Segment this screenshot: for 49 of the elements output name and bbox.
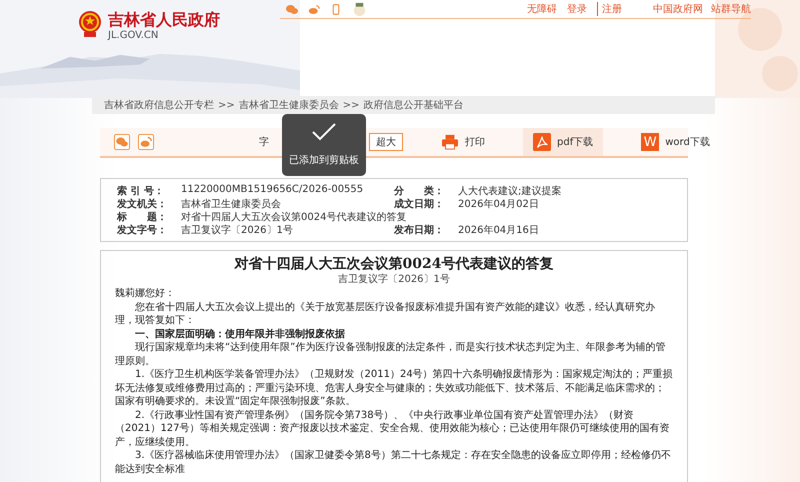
field-value: 11220000MB1519656C/2026-00555 bbox=[181, 184, 364, 196]
field-label: 发布日期： bbox=[394, 224, 445, 236]
paragraph: 您在省十四届人大五次会议上提出的《关于放宽基层医疗设备报废标准提升国有资产效能的建议》收悉，经认真研究办理，现答复如下： bbox=[115, 300, 656, 328]
field-label: 成文日期： bbox=[394, 198, 445, 210]
pdf-icon bbox=[533, 133, 551, 151]
section-heading: 一、国家层面明确：使用年限并非强制报废依据 bbox=[134, 328, 346, 341]
check-icon bbox=[312, 123, 336, 141]
pdf-button[interactable]: pdf下载 bbox=[523, 128, 604, 156]
field-label: 分 类： bbox=[394, 184, 445, 198]
breadcrumb-separator: >> bbox=[218, 100, 235, 110]
font-size-label: 字 bbox=[259, 136, 269, 149]
site-name: 吉林省人民政府 bbox=[108, 10, 220, 30]
breadcrumb-link[interactable]: 吉林省政府信息公开专栏 bbox=[104, 98, 214, 112]
paragraph: 2.《行政事业性国有资产管理条例》（国务院令第738号）、《中央行政事业单位国有资产处置管理办法》（财资（2021）127号）等相关规定强调：资产报废以技术鉴定、安全合规、使用效能为核心；已达使用年限仍可继续使用的国有资产，应继续使用。 bbox=[115, 408, 671, 449]
document-title: 对省十四届人大五次会议第0024号代表建议的答复 bbox=[233, 255, 554, 273]
breadcrumb-link[interactable]: 政府信息公开基础平台 bbox=[364, 98, 464, 112]
paragraph: 3.《医疗器械临床使用管理办法》（国家卫健委令第8号）第二十七条规定：存在安全隐患的设备应立即停用；经检修仍不能达到安全标准 bbox=[115, 449, 672, 476]
field-label: 标 题： bbox=[117, 210, 168, 224]
breadcrumb-link[interactable]: 吉林省卫生健康委员会 bbox=[238, 98, 339, 112]
toast-message: 已添加到剪贴板 bbox=[289, 154, 359, 167]
header-link[interactable]: 中国政府网 bbox=[653, 2, 703, 16]
paragraph: 现行国家规章均未将“达到使用年限”作为医疗设备强制报废的法定条件，而是实行技术状态判定为主、年限参考为辅的管理原则。 bbox=[115, 341, 666, 368]
header-link[interactable]: 无障碍 bbox=[527, 2, 557, 16]
field-value: 2026年04月16日 bbox=[458, 224, 539, 236]
field-label: 索 引 号： bbox=[117, 184, 165, 198]
phone-icon[interactable] bbox=[330, 4, 342, 14]
emblem-icon bbox=[78, 10, 102, 38]
header-link[interactable]: 站群导航 bbox=[711, 2, 751, 16]
printer-icon bbox=[441, 134, 459, 150]
field-value: 吉卫复议字〔2026〕1号 bbox=[181, 224, 293, 236]
field-value: 人大代表建议;建议提案 bbox=[458, 184, 562, 198]
field-value: 对省十四届人大五次会议第0024号代表建议的答复 bbox=[181, 210, 406, 224]
field-value: 吉林省卫生健康委员会 bbox=[181, 198, 281, 210]
greeting: 魏莉娜您好： bbox=[115, 287, 176, 300]
font-size-button[interactable]: 超大 bbox=[369, 133, 403, 151]
document-number: 吉卫复议字〔2026〕1号 bbox=[337, 273, 451, 287]
paragraph: 1.《医疗卫生机构医学装备管理办法》（卫规财发（2011）24号）第四十六条明确报废情形为：国家规定淘汰的；严重损坏无法修复或维修费用过高的；严重污染环境、危害人身安全与健康的；失效或功能低下、技术落后、不能满足临床需求的；国家有明确要求的。未设置“固定年限强制报废”条款。 bbox=[115, 368, 673, 408]
wechat-icon[interactable] bbox=[286, 4, 298, 14]
breadcrumb-separator: >> bbox=[342, 100, 360, 110]
site-domain: JL.GOV.CN bbox=[108, 30, 160, 41]
field-value: 2026年04月02日 bbox=[458, 198, 539, 210]
word-button[interactable]: W word下载 bbox=[631, 128, 720, 156]
header-link[interactable]: 登录 bbox=[567, 2, 587, 16]
field-label: 发文字号： bbox=[117, 223, 168, 236]
field-label: 发文机关： bbox=[117, 198, 168, 210]
word-icon: W bbox=[641, 133, 660, 151]
header-link[interactable]: 注册 bbox=[597, 2, 622, 16]
wechat-icon[interactable] bbox=[114, 134, 130, 150]
print-button[interactable]: 打印 bbox=[431, 128, 495, 156]
